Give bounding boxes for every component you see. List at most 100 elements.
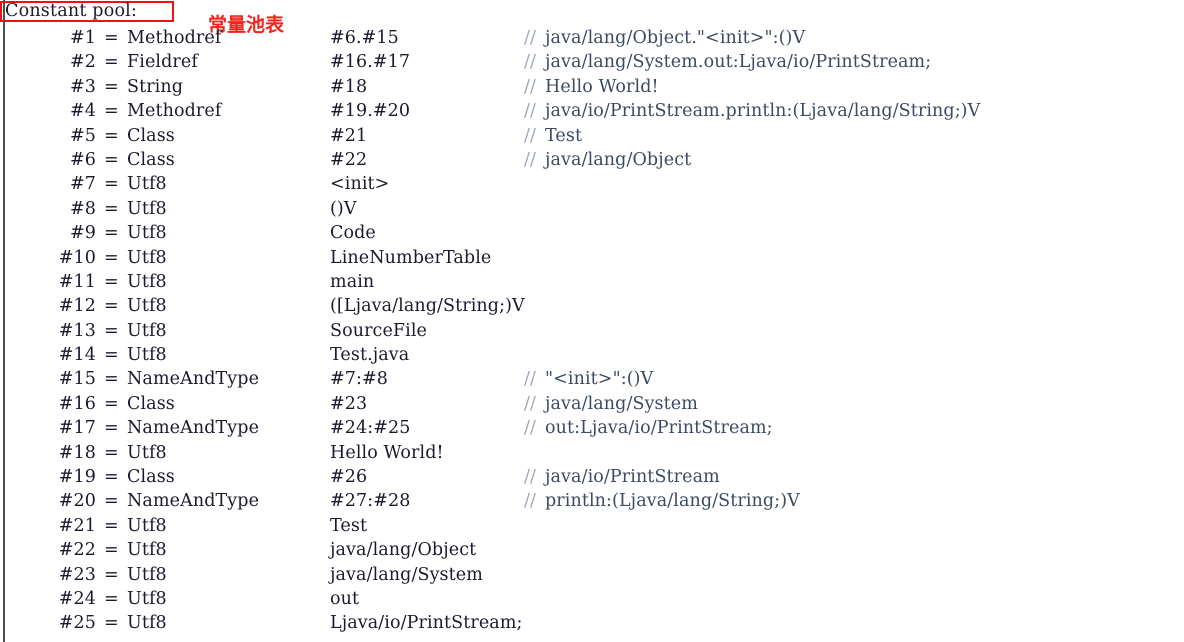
constant-pool-entry-value: out [330, 588, 360, 609]
constant-pool-entry-value: #21 [330, 125, 368, 146]
comment-text: java/lang/Object."<init>":()V [545, 28, 806, 48]
constant-pool-entry-value: LineNumberTable [330, 247, 492, 268]
constant-pool-entry-equals: = [104, 247, 119, 268]
constant-pool-entry-tag: Utf8 [127, 564, 167, 585]
constant-pool-entry-tag: Utf8 [127, 540, 167, 561]
constant-pool-entry-value: Test [330, 515, 368, 536]
constant-pool-entry: #1 = Methodref #6.#15 // java/lang/Object."<i… [0, 26, 1184, 50]
constant-pool-entry-tag: Utf8 [127, 296, 167, 317]
constant-pool-entry: #2 = Fieldref #16.#17 // java/lang/System.out… [0, 50, 1184, 74]
constant-pool-entry-comment: // java/lang/Object."<init>":()V [524, 26, 805, 50]
constant-pool-entry-comment: // Test [524, 124, 582, 148]
constant-pool-entry-equals: = [104, 174, 119, 195]
javap-output-console: Constant pool: 常量池表 #1 = Methodref #6.#15//… [0, 0, 1184, 642]
constant-pool-entry-index: #3 [70, 76, 96, 97]
constant-pool-entry-comment: // java/lang/System [524, 392, 698, 416]
constant-pool-entry-comment: // java/io/PrintStream [524, 465, 720, 489]
constant-pool-entry: #25 = Utf8 Ljava/io/PrintStream; [0, 611, 1184, 635]
constant-pool-entry-equals: = [104, 467, 119, 488]
constant-pool-entry-value: #26 [330, 467, 368, 488]
comment-text: java/lang/Object [545, 149, 692, 170]
constant-pool-entry-index: #2 [70, 52, 96, 73]
constant-pool-entry-index: #1 [70, 28, 96, 48]
constant-pool-entry-index: #16 [58, 393, 96, 414]
constant-pool-entry-value: #16.#17 [330, 52, 411, 73]
constant-pool-entry-comment: // java/lang/System.out:Ljava/io/PrintStr… [524, 50, 931, 74]
comment-text: "<init>":()V [545, 369, 654, 390]
constant-pool-entry-value: <init> [330, 174, 390, 195]
constant-pool-entry-tag: Class [127, 125, 175, 146]
constant-pool-entry-tag: Utf8 [127, 588, 167, 609]
constant-pool-entry: #23 = Utf8 java/lang/System [0, 563, 1184, 587]
constant-pool-entry-value: Ljava/io/PrintStream; [330, 613, 523, 634]
constant-pool-entry: #12 = Utf8 ([Ljava/lang/String;)V [0, 294, 1184, 318]
constant-pool-entry-tag: Utf8 [127, 247, 167, 268]
comment-text: Test [545, 125, 583, 146]
constant-pool-entry-index: #8 [70, 198, 96, 219]
constant-pool-entry-equals: = [104, 149, 119, 170]
comment-text: java/lang/System [545, 393, 698, 414]
constant-pool-entry-tag: Utf8 [127, 198, 167, 219]
constant-pool-entry-tag: Utf8 [127, 223, 167, 244]
constant-pool-entry-tag: Utf8 [127, 174, 167, 195]
constant-pool-entry: #22 = Utf8 java/lang/Object [0, 538, 1184, 562]
comment-text: java/lang/System.out:Ljava/io/PrintStrea… [545, 52, 932, 73]
constant-pool-entry-index: #6 [70, 149, 96, 170]
comment-slashes: // [524, 149, 536, 170]
constant-pool-entry-tag: String [127, 76, 184, 97]
constant-pool-entry: #7 = Utf8 <init> [0, 172, 1184, 196]
constant-pool-entry: #5 = Class #21 // Test [0, 124, 1184, 148]
constant-pool-entry-value: ()V [330, 198, 357, 219]
comment-slashes: // [524, 491, 536, 512]
constant-pool-entry-equals: = [104, 491, 119, 512]
comment-text: out:Ljava/io/PrintStream; [545, 418, 773, 439]
constant-pool-entry-equals: = [104, 369, 119, 390]
constant-pool-entry-tag: Methodref [127, 101, 222, 122]
constant-pool-entry-comment: // Hello World! [524, 75, 659, 99]
comment-slashes: // [524, 467, 536, 488]
constant-pool-entry-value: #6.#15 [330, 28, 399, 48]
constant-pool-entry-index: #4 [70, 101, 96, 122]
constant-pool-entry: #13 = Utf8 SourceFile [0, 319, 1184, 343]
comment-slashes: // [524, 369, 536, 390]
constant-pool-entry-tag: Utf8 [127, 320, 167, 341]
comment-slashes: // [524, 125, 536, 146]
constant-pool-entry-index: #21 [58, 515, 96, 536]
constant-pool-entry: #20 = NameAndType #27:#28 // println:(Ljava/l… [0, 489, 1184, 513]
comment-slashes: // [524, 393, 536, 414]
constant-pool-entry-value: SourceFile [330, 320, 428, 341]
constant-pool-entry-index: #9 [70, 223, 96, 244]
constant-pool-entry: #17 = NameAndType #24:#25 // out:Ljava/io/Pri… [0, 416, 1184, 440]
constant-pool-entry-index: #23 [58, 564, 96, 585]
constant-pool-entry-value: #18 [330, 76, 368, 97]
constant-pool-entry-index: #10 [58, 247, 96, 268]
constant-pool-entry: #8 = Utf8 ()V [0, 197, 1184, 221]
constant-pool-entry-equals: = [104, 442, 119, 463]
constant-pool-entry-index: #19 [58, 467, 96, 488]
constant-pool-entry-index: #18 [58, 442, 96, 463]
constant-pool-entry-value: #22 [330, 149, 368, 170]
constant-pool-entry-value: main [330, 271, 375, 292]
constant-pool-entry: #18 = Utf8 Hello World! [0, 441, 1184, 465]
constant-pool-entry-comment: // out:Ljava/io/PrintStream; [524, 416, 773, 440]
constant-pool-entry-index: #14 [58, 345, 96, 366]
constant-pool-entry-equals: = [104, 320, 119, 341]
constant-pool-entry-tag: Utf8 [127, 515, 167, 536]
constant-pool-entry-index: #12 [58, 296, 96, 317]
constant-pool-entry-value: #23 [330, 393, 368, 414]
constant-pool-entry: #6 = Class #22 // java/lang/Object [0, 148, 1184, 172]
constant-pool-entry: #9 = Utf8 Code [0, 221, 1184, 245]
constant-pool-entry: #21 = Utf8 Test [0, 514, 1184, 538]
constant-pool-entry: #15 = NameAndType #7:#8 // "<init>":()V [0, 367, 1184, 391]
constant-pool-entry-value: #24:#25 [330, 418, 411, 439]
constant-pool-entry: #10 = Utf8 LineNumberTable [0, 246, 1184, 270]
constant-pool-entry-tag: Class [127, 149, 175, 170]
constant-pool-entry-value: #7:#8 [330, 369, 388, 390]
constant-pool-entry-tag: Utf8 [127, 442, 167, 463]
constant-pool-entry-equals: = [104, 418, 119, 439]
constant-pool-entry-index: #15 [58, 369, 96, 390]
constant-pool-entry-value: #27:#28 [330, 491, 411, 512]
constant-pool-entry-index: #7 [70, 174, 96, 195]
constant-pool-entry-tag: NameAndType [127, 491, 260, 512]
comment-text: java/io/PrintStream [545, 467, 720, 488]
